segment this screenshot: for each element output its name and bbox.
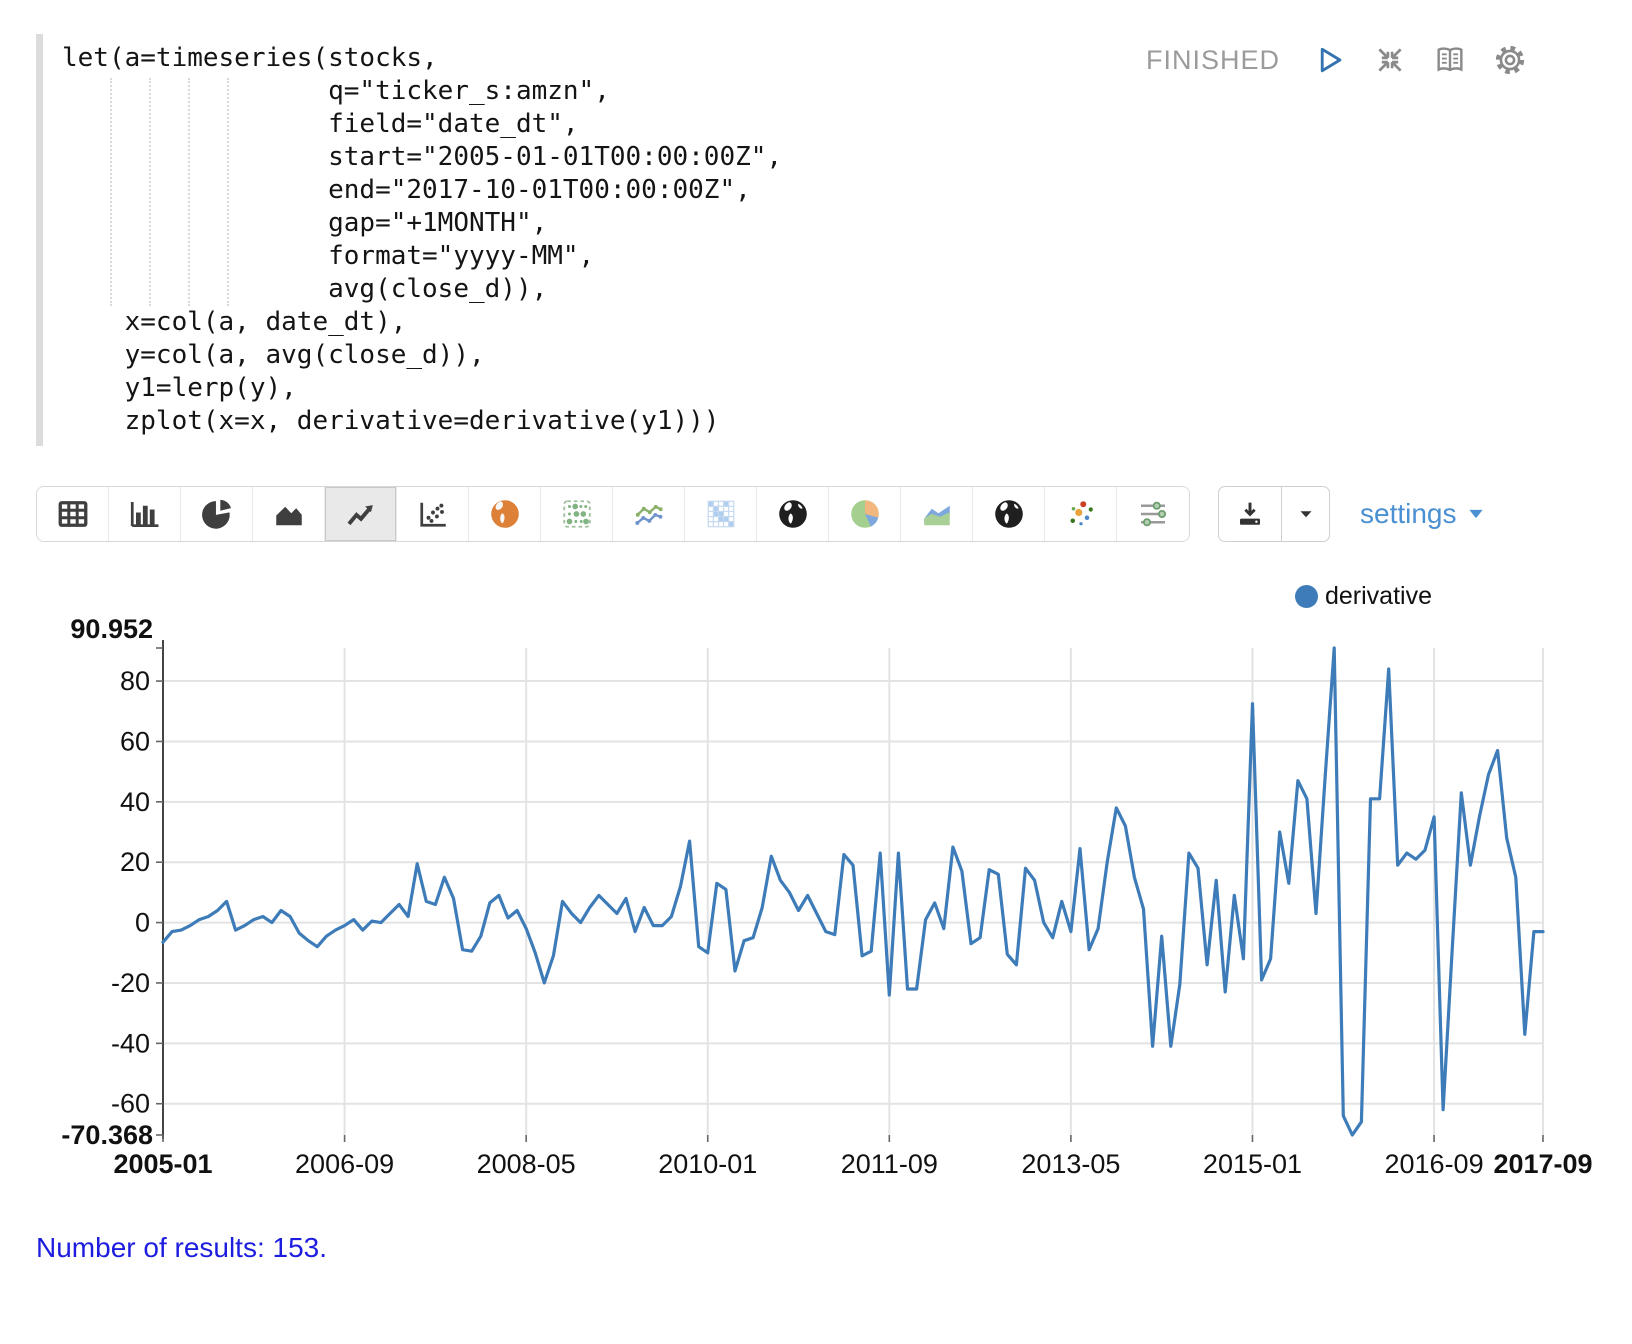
- viz-button-pie-color[interactable]: [829, 487, 901, 541]
- indent-guide: [110, 78, 112, 306]
- svg-text:2016-09: 2016-09: [1385, 1149, 1484, 1179]
- viz-button-line-chart[interactable]: [325, 487, 397, 541]
- code-line: avg(close_d)),: [62, 273, 1572, 306]
- indent-guide: [227, 78, 229, 306]
- status-badge: FINISHED: [1146, 45, 1280, 76]
- settings-label: settings: [1360, 498, 1457, 530]
- chevron-down-icon: [1466, 504, 1486, 524]
- svg-text:2005-01: 2005-01: [113, 1149, 212, 1179]
- viz-button-multi-line[interactable]: [613, 487, 685, 541]
- viz-button-scatter-color[interactable]: [1045, 487, 1117, 541]
- code-line: format="yyyy-MM",: [62, 240, 1572, 273]
- code-lines: let(a=timeseries(stocks, q="ticker_s:amz…: [62, 42, 1572, 438]
- svg-text:0: 0: [135, 908, 150, 938]
- settings-toggle[interactable]: settings: [1360, 486, 1486, 542]
- svg-text:-20: -20: [111, 968, 150, 998]
- svg-text:40: 40: [120, 787, 150, 817]
- svg-text:-60: -60: [111, 1089, 150, 1119]
- svg-text:2006-09: 2006-09: [295, 1149, 394, 1179]
- chart-type-group: [36, 486, 1190, 542]
- download-button[interactable]: [1219, 487, 1281, 541]
- viz-button-area-color[interactable]: [901, 487, 973, 541]
- code-line: x=col(a, date_dt),: [62, 306, 1572, 339]
- indent-guide: [188, 78, 190, 306]
- viz-button-globe-orange[interactable]: [469, 487, 541, 541]
- collapse-icon[interactable]: [1372, 42, 1408, 78]
- download-split-button: [1218, 486, 1330, 542]
- svg-text:80: 80: [120, 666, 150, 696]
- viz-button-globe-dark-1[interactable]: [757, 487, 829, 541]
- chart-panel: derivative 806040200-20-40-6090.952-70.3…: [0, 560, 1632, 1240]
- viz-button-area-chart[interactable]: [253, 487, 325, 541]
- results-count: Number of results: 153.: [36, 1232, 327, 1264]
- paragraph-controls: FINISHED: [1146, 40, 1528, 80]
- code-line: y=col(a, avg(close_d)),: [62, 339, 1572, 372]
- gear-icon[interactable]: [1492, 42, 1528, 78]
- viz-button-scatter-chart[interactable]: [397, 487, 469, 541]
- viz-button-parallel-sliders[interactable]: [1117, 487, 1189, 541]
- svg-text:2017-09: 2017-09: [1493, 1149, 1592, 1179]
- viz-button-table[interactable]: [37, 487, 109, 541]
- svg-text:60: 60: [120, 726, 150, 756]
- code-line: start="2005-01-01T00:00:00Z",: [62, 141, 1572, 174]
- svg-text:90.952: 90.952: [70, 614, 153, 644]
- download-options-caret[interactable]: [1281, 487, 1329, 541]
- svg-text:2011-09: 2011-09: [841, 1149, 938, 1179]
- svg-text:2008-05: 2008-05: [477, 1149, 576, 1179]
- series-line: [163, 648, 1543, 1135]
- code-editor[interactable]: let(a=timeseries(stocks, q="ticker_s:amz…: [36, 34, 1572, 446]
- viz-button-globe-dark-2[interactable]: [973, 487, 1045, 541]
- book-icon[interactable]: [1432, 42, 1468, 78]
- download-icon: [1234, 498, 1266, 530]
- visualization-toolbar: settings: [36, 486, 1596, 542]
- viz-button-heatmap[interactable]: [685, 487, 757, 541]
- svg-text:-70.368: -70.368: [61, 1120, 153, 1150]
- derivative-line-chart: 80 60 40 20 0 -20 -40 -60 90.952 -70.3682005-01 20…: [0, 560, 1632, 1220]
- play-icon[interactable]: [1312, 42, 1348, 78]
- viz-button-dot-matrix[interactable]: [541, 487, 613, 541]
- code-line: zplot(x=x, derivative=derivative(y1))): [62, 405, 1572, 438]
- viz-button-bar-chart[interactable]: [109, 487, 181, 541]
- svg-text:2010-01: 2010-01: [658, 1149, 757, 1179]
- indent-guide: [149, 78, 151, 306]
- chevron-down-icon: [1295, 503, 1317, 525]
- code-line: field="date_dt",: [62, 108, 1572, 141]
- code-line: y1=lerp(y),: [62, 372, 1572, 405]
- viz-button-pie-chart[interactable]: [181, 487, 253, 541]
- svg-text:2013-05: 2013-05: [1021, 1149, 1120, 1179]
- code-line: gap="+1MONTH",: [62, 207, 1572, 240]
- svg-text:20: 20: [120, 847, 150, 877]
- svg-text:2015-01: 2015-01: [1203, 1149, 1302, 1179]
- svg-text:-40: -40: [111, 1028, 150, 1058]
- code-line: end="2017-10-01T00:00:00Z",: [62, 174, 1572, 207]
